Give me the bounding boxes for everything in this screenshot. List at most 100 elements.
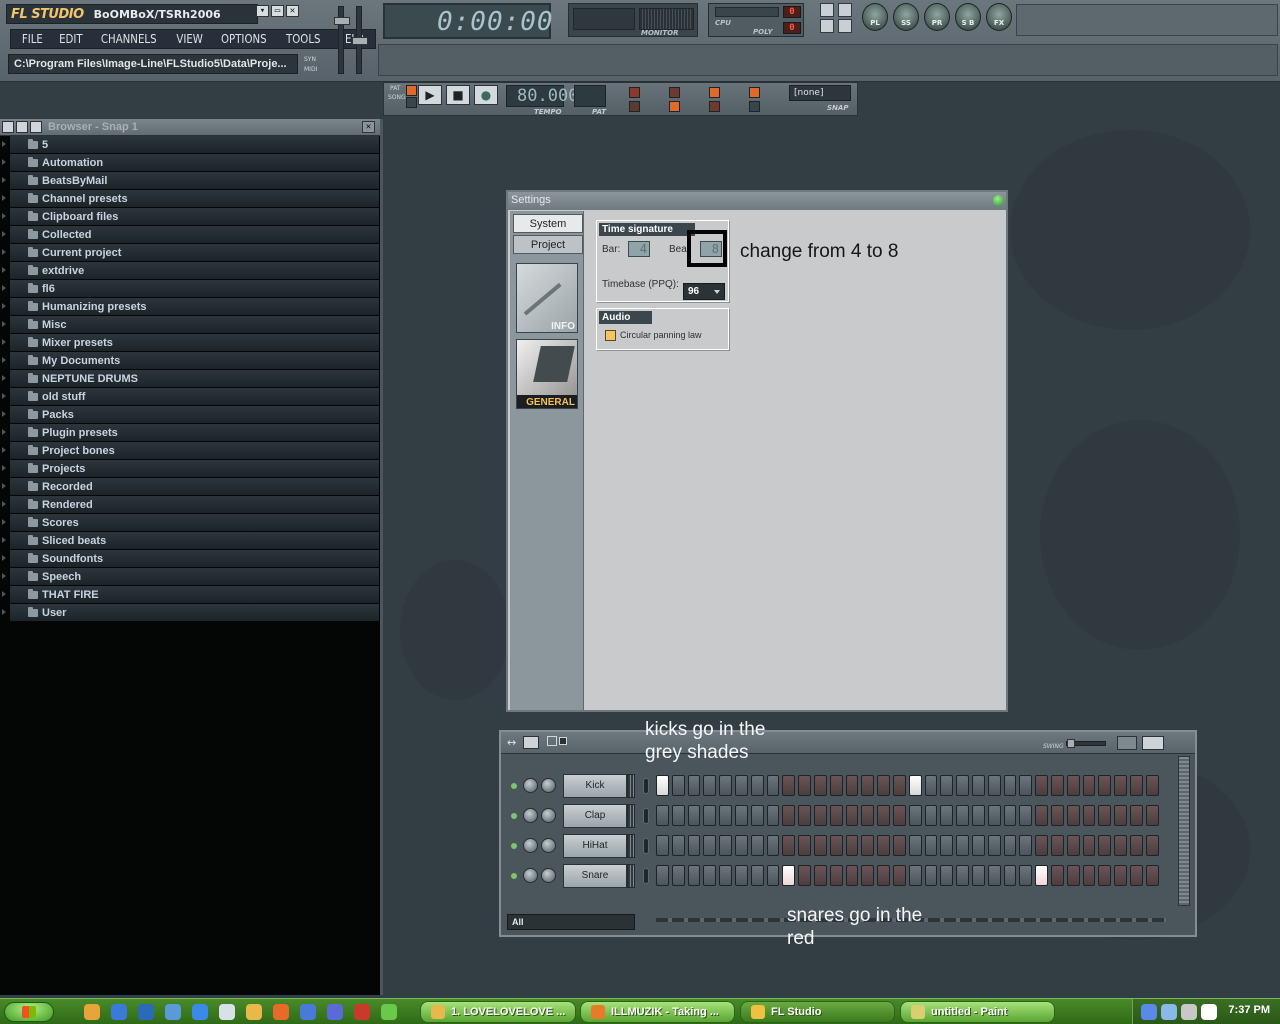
browser-folder-item[interactable]: Speech xyxy=(2,568,379,586)
step-button[interactable] xyxy=(1050,865,1064,886)
browser-folder-item[interactable]: Current project xyxy=(2,244,379,262)
recording-filter-toggle[interactable] xyxy=(749,87,760,98)
expand-arrow-icon[interactable] xyxy=(2,501,6,507)
step-button[interactable] xyxy=(1114,835,1127,856)
browser-menu-icon[interactable] xyxy=(2,121,14,133)
step-button[interactable] xyxy=(798,775,811,796)
pan-knob[interactable] xyxy=(523,808,538,823)
step-button[interactable] xyxy=(1066,835,1080,856)
step-button[interactable] xyxy=(829,865,843,886)
expand-arrow-icon[interactable] xyxy=(2,555,6,561)
template-icon[interactable] xyxy=(838,19,852,33)
expand-arrow-icon[interactable] xyxy=(2,357,6,363)
step-button[interactable] xyxy=(656,805,669,826)
step-button[interactable] xyxy=(1082,865,1096,886)
step-button[interactable] xyxy=(971,865,985,886)
browser-back-icon[interactable] xyxy=(30,121,42,133)
step-button[interactable] xyxy=(1019,835,1033,856)
step-button[interactable] xyxy=(908,865,922,886)
step-button[interactable] xyxy=(1098,805,1112,826)
menu-view[interactable]: VIEW xyxy=(172,32,207,46)
quicklaunch-app3-icon[interactable] xyxy=(354,1004,370,1020)
step-button[interactable] xyxy=(877,865,890,886)
step-button[interactable] xyxy=(1066,775,1080,796)
step-button[interactable] xyxy=(845,805,859,826)
step-button[interactable] xyxy=(1114,775,1127,796)
step-button[interactable] xyxy=(829,775,843,796)
step-button[interactable] xyxy=(750,775,764,796)
step-button[interactable] xyxy=(829,835,843,856)
expand-arrow-icon[interactable] xyxy=(2,609,6,615)
menu-edit[interactable]: EDIT xyxy=(55,32,87,46)
step-button[interactable] xyxy=(671,775,685,796)
step-button[interactable] xyxy=(798,805,811,826)
step-button[interactable] xyxy=(845,865,859,886)
taskbar-task-button[interactable]: FL Studio xyxy=(740,1001,895,1023)
tempo-display[interactable]: 80.000 xyxy=(506,85,578,107)
expand-arrow-icon[interactable] xyxy=(2,195,6,201)
step-button[interactable] xyxy=(719,775,732,796)
record-button[interactable]: ● xyxy=(474,85,498,105)
expand-arrow-icon[interactable] xyxy=(2,249,6,255)
expand-arrow-icon[interactable] xyxy=(2,303,6,309)
expand-arrow-icon[interactable] xyxy=(2,465,6,471)
step-button[interactable] xyxy=(1129,835,1143,856)
step-button[interactable] xyxy=(782,805,796,826)
taskbar-task-button[interactable]: ILLMUZIK - Taking ... xyxy=(580,1001,735,1023)
step-edit-toggle[interactable] xyxy=(709,87,720,98)
stop-button[interactable]: ■ xyxy=(446,85,470,105)
step-button[interactable] xyxy=(956,805,969,826)
step-button[interactable] xyxy=(719,805,732,826)
expand-arrow-icon[interactable] xyxy=(2,447,6,453)
step-button[interactable] xyxy=(971,775,985,796)
step-button[interactable] xyxy=(877,835,890,856)
channel-filter-select[interactable]: All xyxy=(507,914,635,930)
step-button[interactable] xyxy=(829,805,843,826)
step-button[interactable] xyxy=(861,865,875,886)
stop-small-icon[interactable] xyxy=(559,737,567,745)
browser-button[interactable]: S B xyxy=(955,3,981,31)
loop-record-toggle[interactable] xyxy=(749,101,760,112)
save-icon[interactable] xyxy=(820,19,834,33)
step-button[interactable] xyxy=(1082,835,1096,856)
step-button[interactable] xyxy=(813,805,827,826)
browser-folder-item[interactable]: Sliced beats xyxy=(2,532,379,550)
restore-button[interactable]: ▭ xyxy=(271,5,284,17)
browser-folder-item[interactable]: Humanizing presets xyxy=(2,298,379,316)
browser-folder-item[interactable]: Projects xyxy=(2,460,379,478)
step-button[interactable] xyxy=(1114,805,1127,826)
browser-folder-item[interactable]: Project bones xyxy=(2,442,379,460)
step-button[interactable] xyxy=(861,805,875,826)
minimize-button[interactable]: ▾ xyxy=(256,5,269,17)
expand-arrow-icon[interactable] xyxy=(2,177,6,183)
step-button[interactable] xyxy=(1098,835,1112,856)
step-button[interactable] xyxy=(940,805,954,826)
pan-knob[interactable] xyxy=(523,868,538,883)
browser-folder-item[interactable]: Clipboard files xyxy=(2,208,379,226)
tab-project[interactable]: Project xyxy=(513,235,583,254)
step-button[interactable] xyxy=(892,805,906,826)
expand-arrow-icon[interactable] xyxy=(2,141,6,147)
menu-tools[interactable]: TOOLS xyxy=(281,32,324,46)
menu-file[interactable]: FILE xyxy=(18,32,48,46)
song-mode-toggle[interactable] xyxy=(406,97,417,108)
browser-folder-item[interactable]: Soundfonts xyxy=(2,550,379,568)
step-button[interactable] xyxy=(1145,835,1159,856)
step-button[interactable] xyxy=(671,805,685,826)
quicklaunch-winamp-icon[interactable] xyxy=(246,1004,262,1020)
channel-select-indicator[interactable] xyxy=(643,838,649,854)
step-button[interactable] xyxy=(1019,805,1033,826)
step-button[interactable] xyxy=(734,835,748,856)
channel-button[interactable]: Snare xyxy=(563,864,627,888)
taskbar-task-button[interactable]: 1. LOVELOVELOVE ... xyxy=(420,1001,576,1023)
wait-toggle[interactable] xyxy=(669,101,680,112)
step-button[interactable] xyxy=(908,835,922,856)
browser-collapse-icon[interactable] xyxy=(16,121,28,133)
expand-arrow-icon[interactable] xyxy=(2,591,6,597)
volume-knob[interactable] xyxy=(541,778,556,793)
graph-editor-icon[interactable] xyxy=(1117,736,1137,750)
channel-led[interactable] xyxy=(511,813,517,819)
piano-roll-button[interactable]: PR xyxy=(924,3,950,31)
step-button[interactable] xyxy=(956,835,969,856)
snap-select[interactable]: [none] xyxy=(789,85,851,101)
